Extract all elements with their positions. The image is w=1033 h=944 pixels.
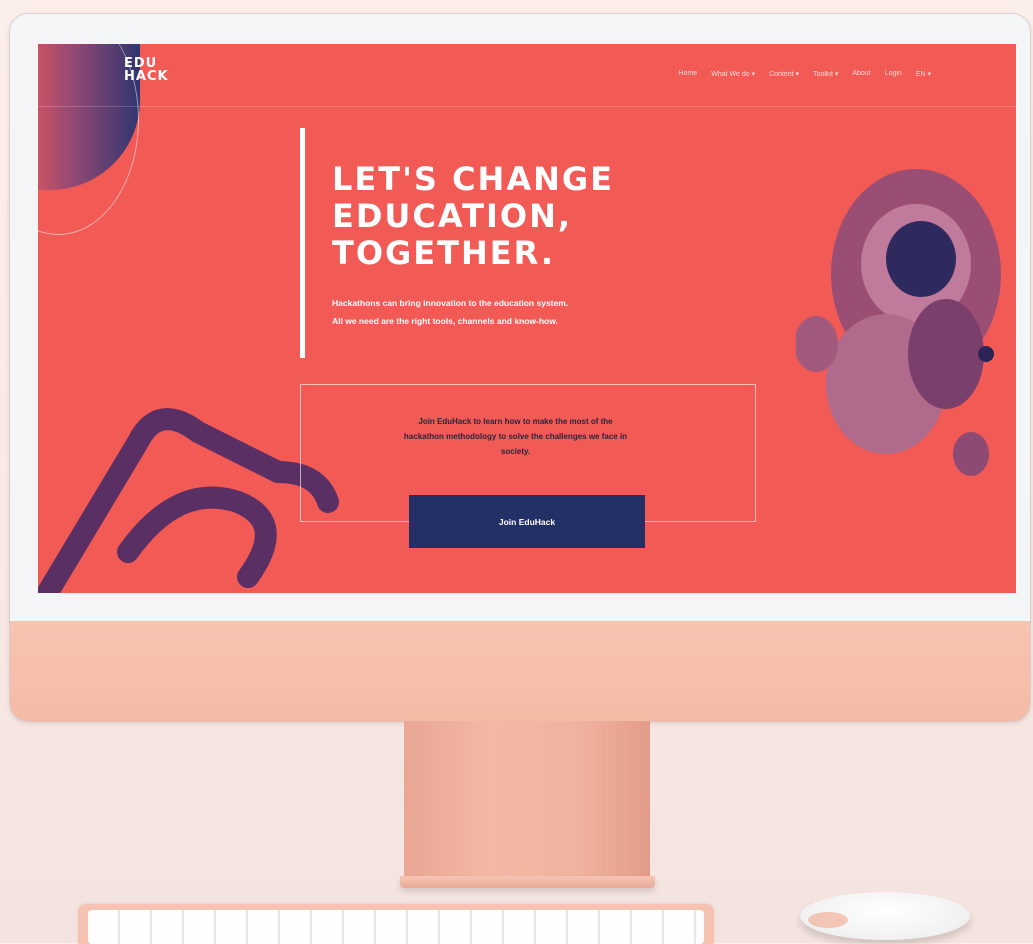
website-screen: EDU HACK Home What We do ▾ Content ▾ Too… [38,44,1016,593]
mouse-accent [808,912,848,928]
nav-content[interactable]: Content ▾ [769,70,799,78]
nav-toolkit[interactable]: Toolkit ▾ [813,70,838,78]
monitor-chin [10,621,1030,721]
monitor-stand-base [400,876,655,888]
nav-login[interactable]: Login [885,70,902,78]
hero-title-line-3: TOGETHER. [332,234,556,272]
hero-subtitle: Hackathons can bring innovation to the e… [332,294,722,330]
hero-subtitle-line-1: Hackathons can bring innovation to the e… [332,298,569,308]
hero-title: LET'S CHANGE EDUCATION, TOGETHER. [332,161,614,272]
edu-hack-logo[interactable]: EDU HACK [124,57,169,83]
keyboard [78,904,714,944]
nav-home[interactable]: Home [679,70,698,78]
join-eduhack-button[interactable]: Join EduHack [409,495,645,548]
hero-subtitle-line-2: All we need are the right tools, channel… [332,316,558,326]
site-header: EDU HACK Home What We do ▾ Content ▾ Too… [38,44,1016,107]
hero-title-line-1: LET'S CHANGE [332,160,614,198]
keyboard-keys [88,910,704,944]
monitor-stand [404,721,650,881]
main-nav: Home What We do ▾ Content ▾ Toolkit ▾ Ab… [679,70,931,78]
join-description: Join EduHack to learn how to make the mo… [403,417,628,456]
nav-about[interactable]: About [852,70,870,78]
hero-accent-bar [300,128,305,358]
hero-title-line-2: EDUCATION, [332,197,573,235]
logo-line-2: HACK [124,69,169,84]
nav-what-we-do[interactable]: What We do ▾ [711,70,755,78]
language-selector[interactable]: EN ▾ [916,70,931,78]
astronaut-image [796,169,1001,476]
